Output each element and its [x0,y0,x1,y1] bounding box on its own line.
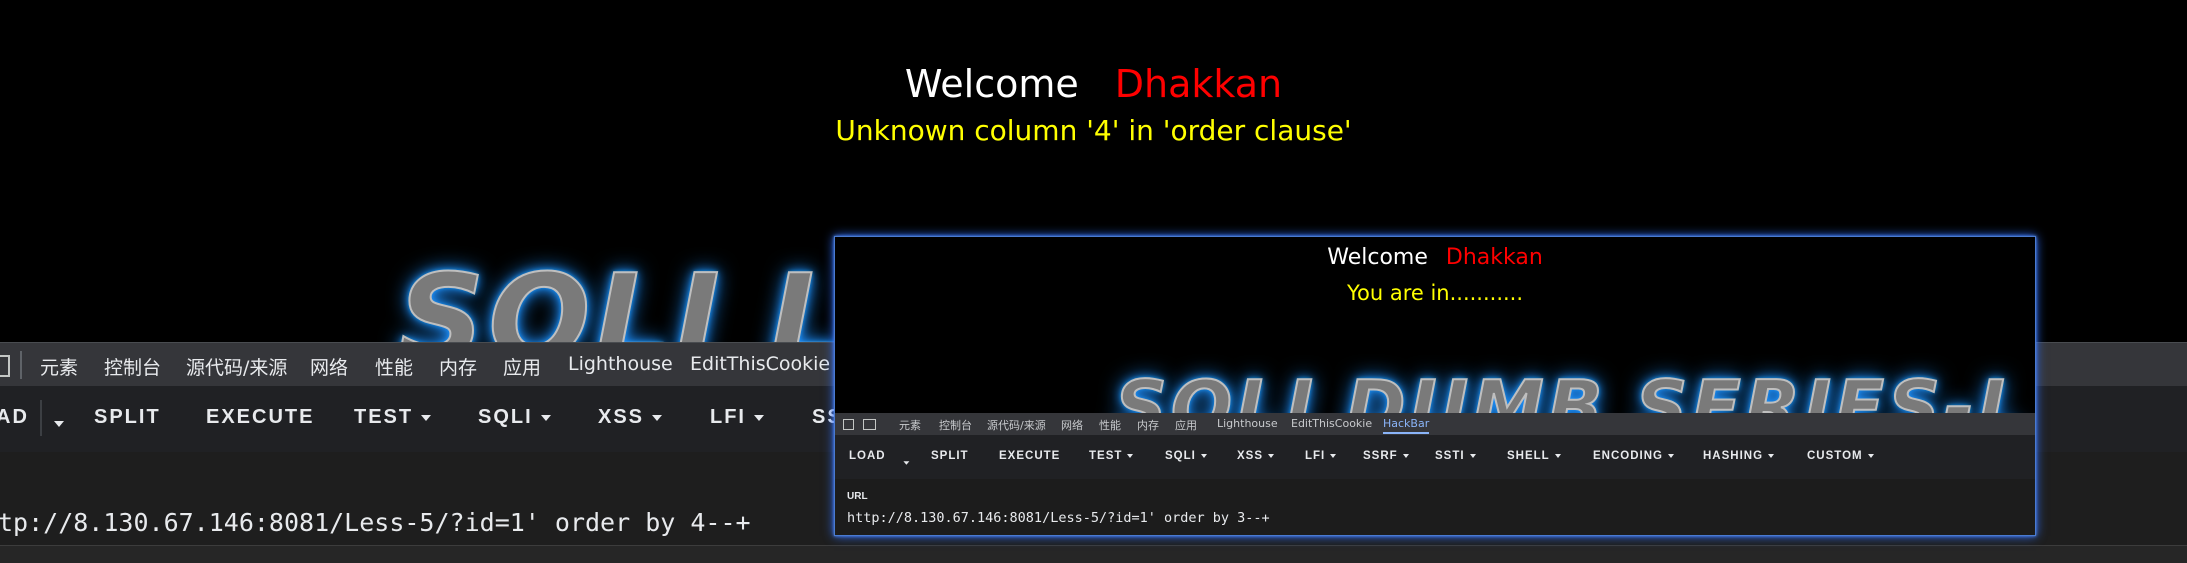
url-input[interactable]: tp://8.130.67.146:8081/Less-5/?id=1' ord… [0,508,751,537]
inset-tab-network[interactable]: 网络 [1061,417,1083,433]
xss-menu[interactable]: XSS [598,406,662,429]
inspect-icon[interactable] [843,419,854,430]
inset-ssti-menu[interactable]: SSTI [1435,450,1476,462]
inset-tab-lighthouse[interactable]: Lighthouse [1217,417,1278,430]
inset-tab-console[interactable]: 控制台 [939,417,972,433]
inset-hackbar-body: URL http://8.130.67.146:8081/Less-5/?id=… [835,479,2035,535]
tab-sources[interactable]: 源代码/来源 [186,353,287,380]
inset-encoding-menu[interactable]: ENCODING [1593,450,1674,462]
inset-url-label: URL [847,491,868,502]
inset-tab-memory[interactable]: 内存 [1137,417,1159,433]
inset-hackbar-toolbar: LOAD SPLIT EXECUTE TEST SQLI XSS LFI SSR… [835,435,2035,479]
tab-console[interactable]: 控制台 [104,353,161,380]
lfi-menu[interactable]: LFI [710,406,764,429]
inset-tab-sources[interactable]: 源代码/来源 [987,417,1046,433]
tab-lighthouse[interactable]: Lighthouse [568,353,673,375]
tab-divider [20,351,22,379]
inset-ssrf-menu[interactable]: SSRF [1363,450,1409,462]
tab-performance[interactable]: 性能 [375,353,413,380]
inset-shell-menu[interactable]: SHELL [1507,450,1561,462]
test-menu[interactable]: TEST [354,406,431,429]
tab-network[interactable]: 网络 [310,353,348,380]
tab-elements[interactable]: 元素 [40,353,78,380]
inset-devtools-panel: 元素 控制台 源代码/来源 网络 性能 内存 应用 Lighthouse Edi… [835,413,2035,535]
inset-tab-elements[interactable]: 元素 [899,417,921,433]
inspect-icon[interactable] [0,355,10,377]
error-message: Unknown column '4' in 'order clause' [835,114,1352,147]
user-name: Dhakkan [1114,62,1283,106]
inset-tab-application[interactable]: 应用 [1175,417,1197,433]
device-toolbar-icon[interactable] [863,419,876,430]
inset-tab-performance[interactable]: 性能 [1099,417,1121,433]
tab-application[interactable]: 应用 [503,353,541,380]
inset-user-name: Dhakkan [1445,245,1543,270]
sqli-menu[interactable]: SQLI [478,406,551,429]
welcome-label: Welcome [904,62,1079,106]
inset-welcome-label: Welcome [1327,245,1428,270]
split-button[interactable]: SPLIT [94,406,161,429]
inset-test-menu[interactable]: TEST [1089,450,1133,462]
inset-screenshot: Welcome Dhakkan You are in........... SQL… [834,236,2036,536]
inset-lfi-menu[interactable]: LFI [1305,450,1336,462]
inset-status-message: You are in........... [1346,281,1524,305]
toolbar-divider [40,400,42,436]
inset-sqli-menu[interactable]: SQLI [1165,450,1207,462]
inset-split-button[interactable]: SPLIT [931,450,969,462]
tab-memory[interactable]: 内存 [439,353,477,380]
inset-url-input[interactable]: http://8.130.67.146:8081/Less-5/?id=1' o… [847,510,1270,526]
inset-devtools-tab-bar: 元素 控制台 源代码/来源 网络 性能 内存 应用 Lighthouse Edi… [835,413,2035,436]
inset-load-dropdown-icon[interactable] [899,458,910,469]
inset-load-button[interactable]: LOAD [849,450,886,462]
load-dropdown-icon[interactable] [46,415,64,433]
execute-button[interactable]: EXECUTE [206,406,314,429]
load-button[interactable]: AD [0,406,29,429]
inset-hashing-menu[interactable]: HASHING [1703,450,1774,462]
inset-tab-hackbar[interactable]: HackBar [1383,417,1430,434]
post-data-divider [0,545,2187,563]
inset-execute-button[interactable]: EXECUTE [999,450,1060,462]
inset-custom-menu[interactable]: CUSTOM [1807,450,1874,462]
inset-tab-editthiscookie[interactable]: EditThisCookie [1291,417,1372,430]
inset-xss-menu[interactable]: XSS [1237,450,1274,462]
tab-editthiscookie[interactable]: EditThisCookie [690,353,830,375]
welcome-line: Welcome Dhakkan [0,62,2187,106]
inset-welcome-line: Welcome Dhakkan [835,245,2035,270]
